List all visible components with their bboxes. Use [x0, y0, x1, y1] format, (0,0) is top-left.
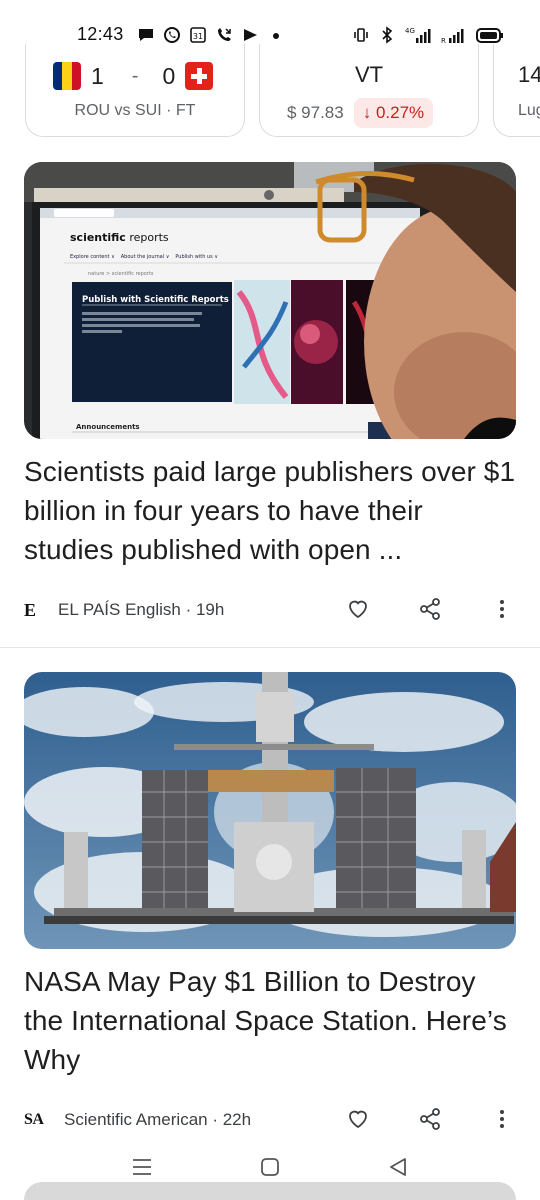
space-station-photo: [24, 672, 516, 949]
bottom-sheet-handle[interactable]: [24, 1182, 516, 1200]
more-vert-icon[interactable]: [489, 596, 515, 622]
article-source[interactable]: E EL PAÍS English · 19h: [24, 598, 224, 622]
chat-bubble-icon: [139, 29, 153, 41]
source-name: Scientific American · 22h: [64, 1110, 252, 1129]
stock-ticker: VT: [354, 62, 384, 87]
article-source[interactable]: SA Scientific American · 22h: [24, 1108, 251, 1132]
more-vert-icon[interactable]: [489, 1106, 515, 1132]
play-icon: [244, 29, 257, 41]
stock-row: $ 97.83 ↓ 0.27%: [287, 98, 434, 128]
stock-card[interactable]: VT $ 97.83 ↓ 0.27%: [259, 44, 479, 137]
romania-flag-icon: [53, 62, 81, 90]
article-card[interactable]: NASA May Pay $1 Billion to Destroy the I…: [0, 672, 540, 1142]
score-row: 1 - 0: [53, 62, 214, 90]
home-score: 1: [91, 62, 104, 89]
svg-text:nature > scientific reports: nature > scientific reports: [88, 271, 154, 277]
source-name: EL PAÍS English · 19h: [58, 600, 225, 619]
menu-icon[interactable]: [130, 1156, 154, 1178]
bluetooth-icon: [382, 26, 393, 44]
svg-text:4G: 4G: [405, 27, 415, 35]
third-card-subtitle: Lug: [518, 102, 540, 119]
stock-price: $ 97.83: [287, 103, 344, 122]
match-subtitle: ROU vs SUI · FT: [74, 102, 196, 119]
status-bar: 12:43 31 4G R: [0, 0, 540, 44]
back-icon[interactable]: [386, 1156, 410, 1178]
share-icon[interactable]: [417, 596, 443, 622]
share-icon[interactable]: [417, 1106, 443, 1132]
third-card-title: 14: [518, 62, 540, 87]
svg-text:31: 31: [193, 32, 203, 41]
home-icon[interactable]: [258, 1156, 282, 1178]
away-score: 0: [162, 62, 176, 89]
notification-icons: 31: [137, 24, 285, 46]
svg-text:Announcements: Announcements: [76, 423, 140, 431]
article-image[interactable]: [24, 672, 516, 949]
article-headline[interactable]: Scientists paid large publishers over $1…: [24, 452, 518, 569]
svg-text:Explore content ∨About the jou: Explore content ∨ About the journal ∨ Publ…: [70, 254, 218, 260]
calendar-31-icon: 31: [190, 27, 206, 43]
whatsapp-icon: [164, 27, 180, 43]
dot-icon: [273, 33, 279, 39]
vibrate-icon: [354, 28, 368, 42]
article-headline[interactable]: NASA May Pay $1 Billion to Destroy the I…: [24, 962, 518, 1079]
monitor-photo: scientific reports Explore content ∨ Abou…: [24, 162, 516, 439]
stock-change-badge: ↓ 0.27%: [353, 98, 434, 128]
signal-icon: R: [441, 29, 464, 44]
source-logo: SA: [24, 1111, 44, 1128]
signal-4g-icon: 4G: [405, 27, 431, 43]
battery-icon: [476, 28, 503, 43]
article-card[interactable]: scientific reports Explore content ∨ Abou…: [0, 162, 540, 648]
site-name: scientific reports: [70, 231, 169, 244]
article-image[interactable]: scientific reports Explore content ∨ Abou…: [24, 162, 516, 439]
score-separator: -: [131, 64, 139, 87]
missed-call-icon: [218, 28, 231, 41]
svg-text:R: R: [441, 37, 446, 44]
heart-icon[interactable]: [345, 1106, 371, 1132]
weather-card-partial[interactable]: 14 Lug: [493, 44, 540, 137]
top-cards-strip[interactable]: 1 - 0 ROU vs SUI · FT VT $ 97.83 ↓ 0.27%…: [0, 44, 540, 140]
heart-icon[interactable]: [345, 596, 371, 622]
source-logo: E: [24, 599, 37, 620]
switzerland-flag-icon: [185, 62, 214, 90]
system-icons: 4G R: [352, 24, 504, 46]
status-time: 12:43: [77, 24, 124, 44]
svg-text:Publish with Scientific Report: Publish with Scientific Reports: [82, 295, 229, 305]
match-score-card[interactable]: 1 - 0 ROU vs SUI · FT: [25, 44, 245, 137]
